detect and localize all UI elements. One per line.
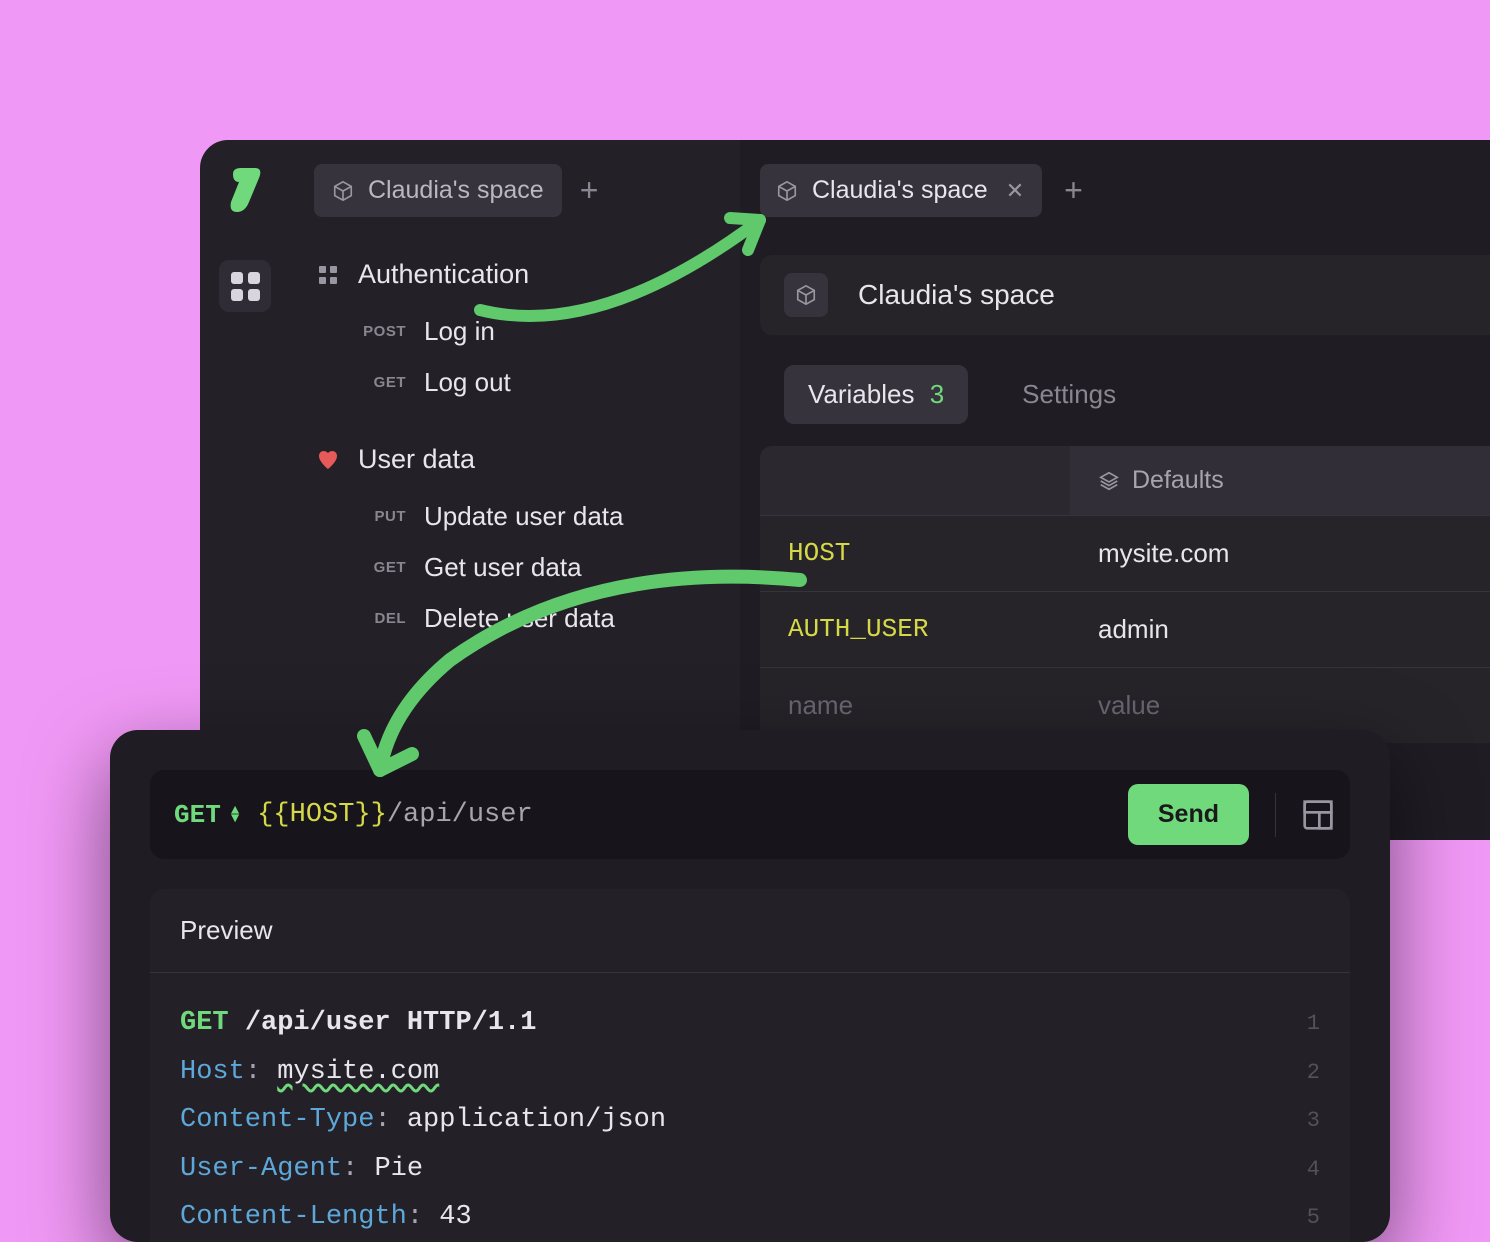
tree-item-label: Update user data <box>424 501 623 532</box>
tree-item-label: Delete user data <box>424 603 615 634</box>
layers-icon <box>1098 470 1120 492</box>
cube-icon <box>776 180 798 202</box>
method-badge: DEL <box>354 610 406 627</box>
method-badge: GET <box>354 559 406 576</box>
close-tab-icon[interactable]: ✕ <box>1002 178 1028 204</box>
cube-icon <box>795 284 817 306</box>
vars-row[interactable]: AUTH_USER admin <box>760 591 1490 667</box>
request-bar: GET ▲▼ {{HOST}}/api/user Send <box>150 770 1350 859</box>
main-tab-space[interactable]: Claudia's space ✕ <box>760 164 1042 217</box>
space-icon-box <box>784 273 828 317</box>
line-number: 4 <box>1307 1150 1320 1190</box>
workspace-tab-label: Claudia's space <box>368 176 544 205</box>
preview-header: Preview <box>150 889 1350 973</box>
tok-proto: HTTP/1.1 <box>407 1008 537 1038</box>
sidebar-tab-row: Claudia's space + <box>314 164 712 217</box>
sort-arrows-icon: ▲▼ <box>231 807 239 823</box>
app-logo-icon <box>227 168 263 212</box>
tok-value: 43 <box>439 1202 471 1232</box>
method-badge: GET <box>354 374 406 391</box>
add-workspace-button[interactable]: + <box>580 172 599 209</box>
line-number: 2 <box>1307 1053 1320 1093</box>
defaults-label: Defaults <box>1132 466 1224 495</box>
preview-line: Host: mysite.com 2 <box>180 1048 1320 1097</box>
tree-group-header[interactable]: Authentication <box>314 259 712 290</box>
apps-grid-button[interactable] <box>219 260 271 312</box>
tree-group-user-data: User data PUT Update user data GET Get u… <box>314 444 712 644</box>
main-tab-label: Claudia's space <box>812 176 988 205</box>
tree-group-authentication: Authentication POST Log in GET Log out <box>314 259 712 408</box>
workspace-tab[interactable]: Claudia's space <box>314 164 562 217</box>
cube-icon <box>332 180 354 202</box>
tree-item-label: Log in <box>424 316 495 347</box>
tok-header: Host <box>180 1057 245 1087</box>
line-number: 1 <box>1307 1004 1320 1044</box>
variables-count: 3 <box>930 379 944 409</box>
var-key: AUTH_USER <box>760 592 1070 667</box>
main-tab-row: Claudia's space ✕ + <box>760 164 1490 217</box>
tree-item-delete-user-data[interactable]: DEL Delete user data <box>314 593 712 644</box>
url-input[interactable]: {{HOST}}/api/user <box>257 800 1110 830</box>
sub-tab-row: Variables 3 Settings <box>760 365 1490 424</box>
tok-path: /api/user <box>245 1008 391 1038</box>
tree-item-log-in[interactable]: POST Log in <box>314 306 712 357</box>
var-value: admin <box>1070 592 1490 667</box>
tree-item-log-out[interactable]: GET Log out <box>314 357 712 408</box>
line-number: 3 <box>1307 1101 1320 1141</box>
tok-header: Content-Length <box>180 1202 407 1232</box>
vars-header-defaults: Defaults <box>1070 446 1490 515</box>
preview-line: User-Agent: Pie 4 <box>180 1145 1320 1194</box>
grid-small-icon <box>316 263 340 287</box>
tree-item-update-user-data[interactable]: PUT Update user data <box>314 491 712 542</box>
tok-method: GET <box>180 1008 229 1038</box>
send-button[interactable]: Send <box>1128 784 1249 845</box>
vars-header-row: Defaults <box>760 446 1490 515</box>
vars-row[interactable]: HOST mysite.com <box>760 515 1490 591</box>
vars-header-key <box>760 446 1070 515</box>
method-label: GET <box>174 800 221 830</box>
grid-icon <box>231 272 260 301</box>
heart-icon <box>316 448 340 472</box>
tok-value: Pie <box>374 1154 423 1184</box>
url-variable: {{HOST}} <box>257 800 387 830</box>
tree-item-label: Get user data <box>424 552 582 583</box>
tok-value-host: mysite.com <box>277 1057 439 1087</box>
space-header: Claudia's space <box>760 255 1490 335</box>
preview-line: Content-Length: 43 5 <box>180 1193 1320 1242</box>
tree-group-label: User data <box>358 444 475 475</box>
separator <box>1275 793 1276 837</box>
var-value: mysite.com <box>1070 516 1490 591</box>
tree-item-get-user-data[interactable]: GET Get user data <box>314 542 712 593</box>
tok-header: User-Agent <box>180 1154 342 1184</box>
add-tab-button[interactable]: + <box>1064 172 1083 209</box>
tree-group-header[interactable]: User data <box>314 444 712 475</box>
tree-item-label: Log out <box>424 367 511 398</box>
url-path: /api/user <box>387 800 533 830</box>
line-number: 5 <box>1307 1198 1320 1238</box>
sub-tab-label: Variables <box>808 379 914 409</box>
preview-line: Content-Type: application/json 3 <box>180 1096 1320 1145</box>
space-title: Claudia's space <box>858 279 1055 311</box>
method-badge: POST <box>354 323 406 340</box>
sub-tab-variables[interactable]: Variables 3 <box>784 365 968 424</box>
layout-icon[interactable] <box>1302 799 1334 831</box>
request-window: GET ▲▼ {{HOST}}/api/user Send Preview GE… <box>110 730 1390 1242</box>
tree-group-label: Authentication <box>358 259 529 290</box>
sub-tab-settings[interactable]: Settings <box>998 365 1140 424</box>
preview-line: GET /api/user HTTP/1.1 1 <box>180 999 1320 1048</box>
tok-value: application/json <box>407 1105 666 1135</box>
var-key: HOST <box>760 516 1070 591</box>
preview-body: GET /api/user HTTP/1.1 1 Host: mysite.co… <box>150 973 1350 1242</box>
tok-header: Content-Type <box>180 1105 374 1135</box>
method-select[interactable]: GET ▲▼ <box>174 800 239 830</box>
preview-section: Preview GET /api/user HTTP/1.1 1 Host: m… <box>150 889 1350 1242</box>
variables-table: Defaults HOST mysite.com AUTH_USER admin… <box>760 446 1490 743</box>
method-badge: PUT <box>354 508 406 525</box>
